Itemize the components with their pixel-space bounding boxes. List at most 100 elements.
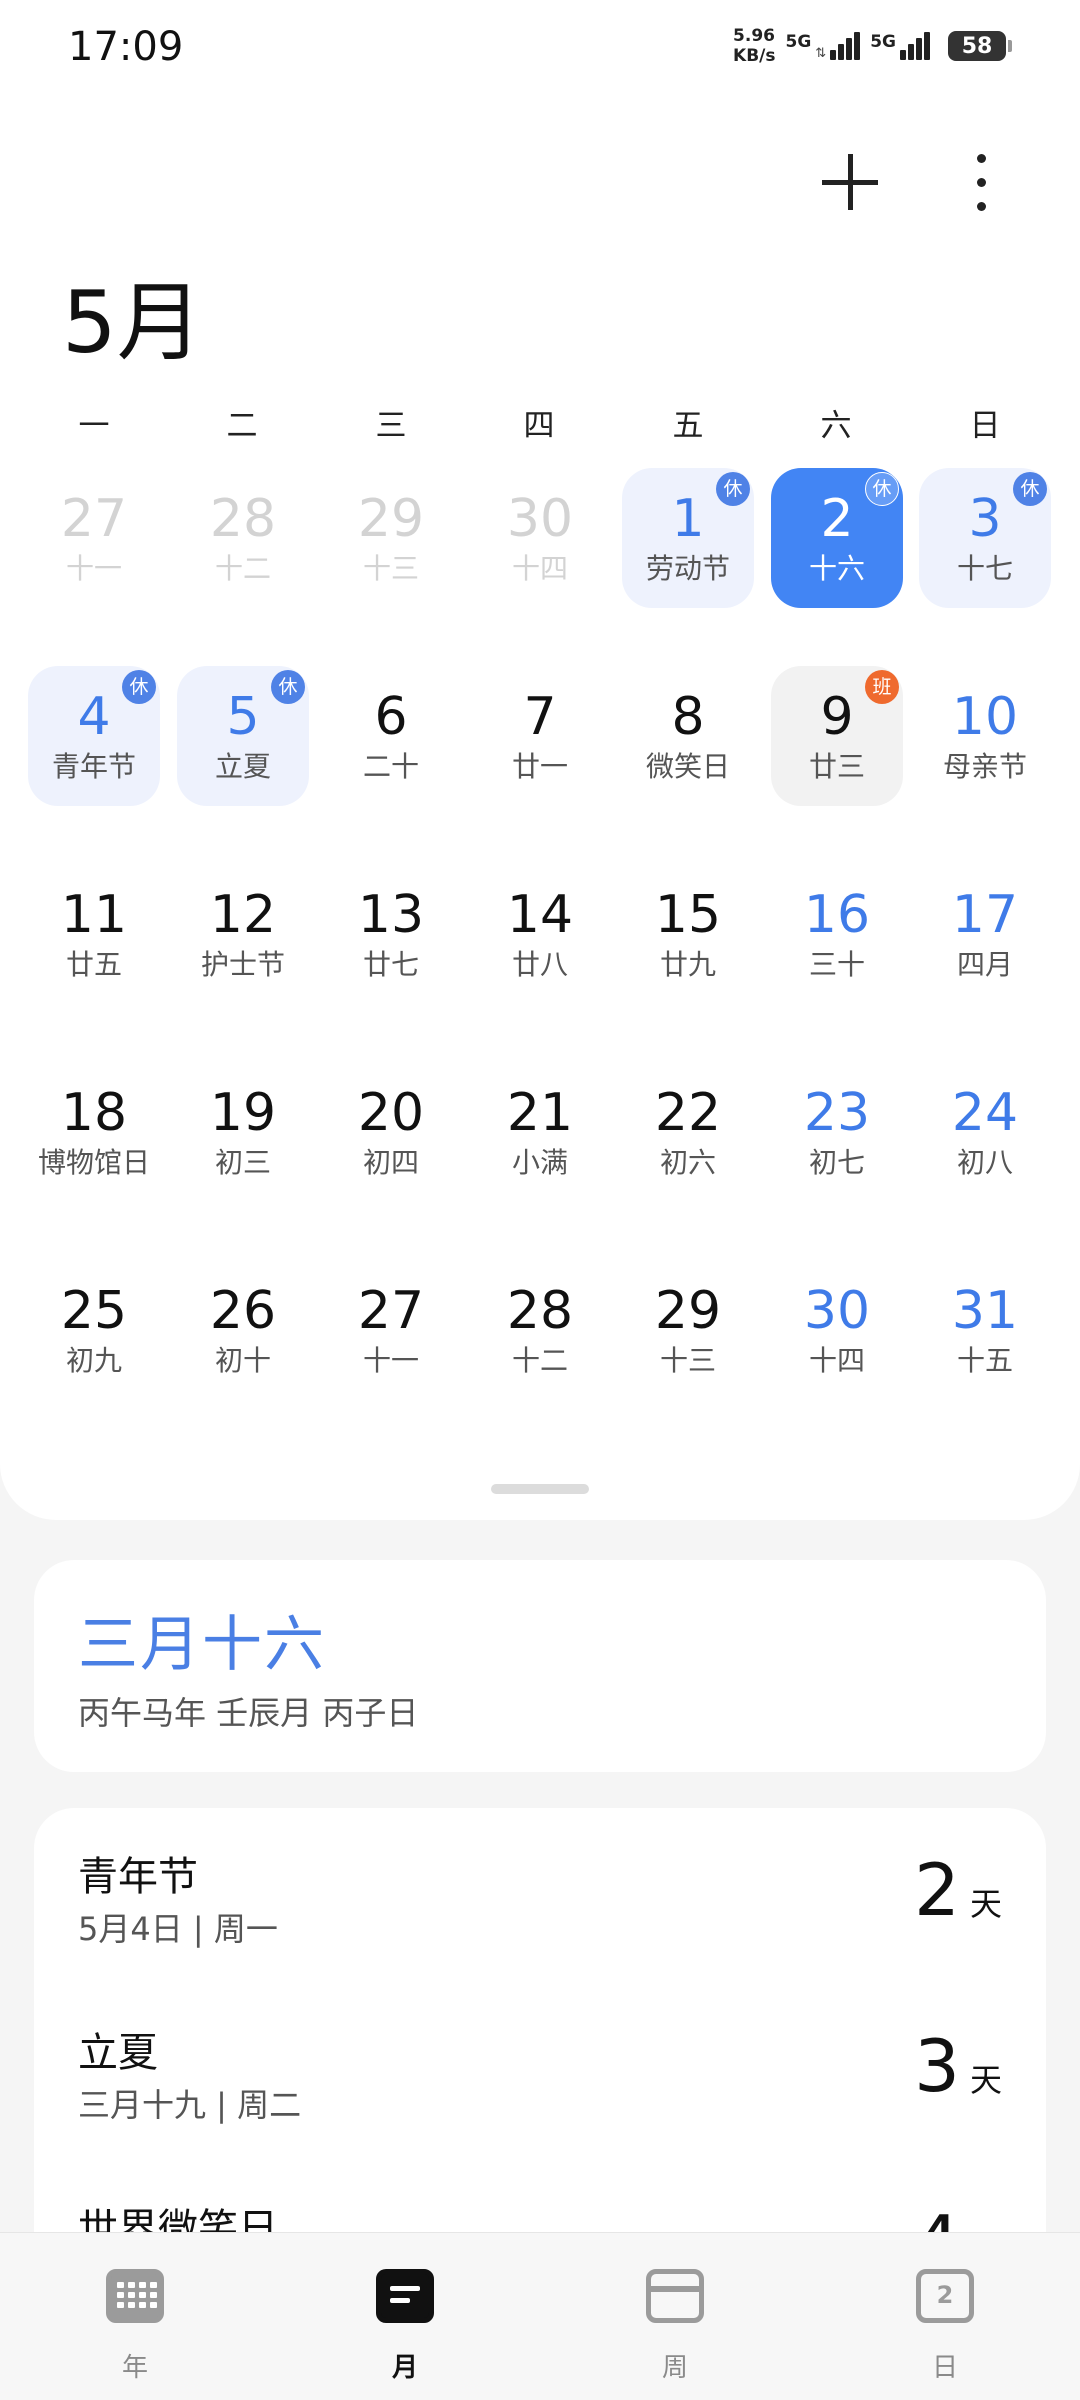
day-number: 7 [523,687,557,747]
day-cell[interactable]: 5 立夏休 [177,666,309,806]
day-number: 16 [803,885,871,945]
nav-tab-year[interactable]: 年 [0,2233,270,2400]
day-cell[interactable]: 29 十三 [622,1260,754,1400]
day-cell[interactable]: 7 廿一 [474,666,606,806]
day-number: 28 [209,489,277,549]
sim1-label: 5G [785,32,812,52]
nav-tab-month[interactable]: 月 [270,2233,540,2400]
weekday-label: 二 [226,408,258,444]
day-cell[interactable]: 23 初七 [771,1062,903,1202]
day-cell[interactable]: 22 初六 [622,1062,754,1202]
day-cell[interactable]: 16 三十 [771,864,903,1004]
day-cell[interactable]: 27 十一 [28,468,160,608]
day-cell[interactable]: 15 廿九 [622,864,754,1004]
day-cell[interactable]: 9 廿三班 [771,666,903,806]
day-cell[interactable]: 14 廿八 [474,864,606,1004]
day-lunar-label: 四月 [956,948,1013,981]
event-unit: 天 [969,1885,1002,1923]
day-cell[interactable]: 8 微笑日 [622,666,754,806]
battery-level: 58 [961,33,993,59]
day-cell[interactable]: 13 廿七 [325,864,457,1004]
day-lunar-label: 廿八 [511,948,568,981]
day-lunar-label: 廿七 [362,948,419,981]
weekday-label: 五 [672,408,704,444]
day-cell[interactable]: 25 初九 [28,1260,160,1400]
day-number: 20 [357,1083,425,1143]
day-cell[interactable]: 19 初三 [177,1062,309,1202]
weekday-label: 三 [375,408,407,444]
day-number: 29 [654,1281,722,1341]
drag-handle[interactable] [491,1484,589,1494]
day-number: 28 [506,1281,574,1341]
day-cell[interactable]: 28 十二 [177,468,309,608]
day-cell[interactable]: 17 四月 [919,864,1051,1004]
day-number: 25 [60,1281,128,1341]
lunar-info-card[interactable]: 三月十六 丙午马年 壬辰月 丙子日 [34,1560,1046,1772]
nav-label: 日 [931,2353,958,2383]
weekday-header: 一 二 三 四 五 六 日 [0,400,1080,444]
day-cell[interactable]: 29 十三 [325,468,457,608]
day-cell[interactable]: 18 博物馆日 [28,1062,160,1202]
workday-badge: 班 [865,670,899,704]
day-number: 27 [60,489,128,549]
day-number: 26 [209,1281,277,1341]
event-title: 立夏 [78,2030,158,2076]
day-lunar-label: 十一 [362,1344,419,1377]
nav-tab-day[interactable]: 2 日 [810,2233,1080,2400]
day-number: 11 [60,885,128,945]
weekday-label: 四 [523,408,555,444]
day-number: 6 [374,687,408,747]
nav-label: 周 [661,2353,688,2383]
day-number: 31 [951,1281,1019,1341]
day-lunar-label: 十一 [65,552,122,585]
day-cell[interactable]: 30 十四 [474,468,606,608]
day-cell[interactable]: 20 初四 [325,1062,457,1202]
day-lunar-label: 十四 [808,1344,865,1377]
event-item[interactable]: 青年节 5月4日 | 周一 2 天 [34,1808,1046,1968]
day-lunar-label: 三十 [808,948,865,981]
year-grid-icon [106,2269,164,2323]
day-cell[interactable]: 11 廿五 [28,864,160,1004]
more-options-button[interactable] [962,144,1002,220]
event-item[interactable]: 立夏 三月十九 | 周二 3 天 [34,1984,1046,2144]
day-number: 27 [357,1281,425,1341]
status-bar: 17:09 5.96 KB/s 5G ⇅ 5G 58 [0,0,1080,100]
day-lunar-label: 小满 [511,1146,568,1179]
day-number: 8 [671,687,705,747]
day-cell[interactable]: 30 十四 [771,1260,903,1400]
day-lunar-label: 十五 [956,1344,1013,1377]
event-days: 3 [914,2024,960,2108]
day-number: 21 [506,1083,574,1143]
day-cell[interactable]: 1 劳动节休 [622,468,754,608]
day-cell[interactable]: 4 青年节休 [28,666,160,806]
signal-sim2-icon: 5G [870,32,930,60]
day-lunar-label: 十二 [511,1344,568,1377]
event-meta: 5月4日 | 周一 [78,1910,278,1948]
day-cell[interactable]: 12 护士节 [177,864,309,1004]
status-indicators: 5.96 KB/s 5G ⇅ 5G 58 [733,26,1012,66]
day-lunar-label: 劳动节 [645,552,730,585]
day-cell[interactable]: 21 小满 [474,1062,606,1202]
sim2-label: 5G [870,32,896,52]
holiday-badge: 休 [865,472,899,506]
day-cell[interactable]: 26 初十 [177,1260,309,1400]
day-cell-selected[interactable]: 2 十六休 [771,468,903,608]
day-lunar-label: 护士节 [200,948,285,981]
weekday-label: 六 [820,408,852,444]
nav-tab-week[interactable]: 周 [540,2233,810,2400]
event-days: 2 [914,1848,960,1932]
add-event-button[interactable] [812,144,888,220]
day-cell[interactable]: 6 二十 [325,666,457,806]
day-cell[interactable]: 31 十五 [919,1260,1051,1400]
day-lunar-label: 十六 [808,552,865,585]
more-vertical-icon [977,154,986,163]
weekday-label: 一 [78,408,110,444]
day-number: 14 [506,885,574,945]
day-cell[interactable]: 24 初八 [919,1062,1051,1202]
network-speed-value: 5.96 [733,26,775,46]
day-cell[interactable]: 28 十二 [474,1260,606,1400]
day-cell[interactable]: 3 十七休 [919,468,1051,608]
event-countdown: 3 天 [914,2024,1002,2108]
day-cell[interactable]: 10 母亲节 [919,666,1051,806]
day-cell[interactable]: 27 十一 [325,1260,457,1400]
